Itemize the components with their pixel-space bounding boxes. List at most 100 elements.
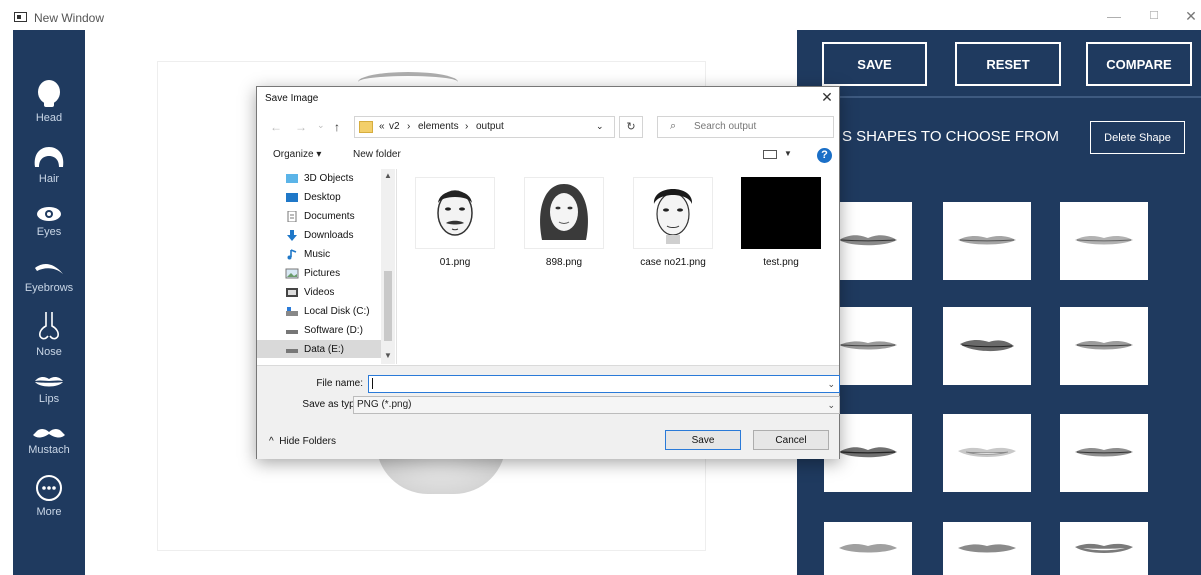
save-as-type-select[interactable]: PNG (*.png) ⌄ [353,396,840,414]
new-folder-button[interactable]: New folder [353,149,401,160]
close-window-button[interactable]: ✕ [1183,8,1199,24]
nav-item-videos[interactable]: Videos [285,283,391,301]
dialog-save-button[interactable]: Save [665,430,741,450]
sidebar-item-label: Lips [38,393,60,405]
sidebar-item-label: Eyebrows [24,282,74,294]
nav-item-music[interactable]: Music [285,245,391,263]
sidebar-item-mustach[interactable]: Mustach [13,428,85,456]
scroll-down-icon[interactable]: ▼ [384,351,392,360]
lip-shape-tile[interactable] [824,522,912,575]
file-thumbnail [524,177,604,249]
scroll-up-icon[interactable]: ▲ [384,171,392,180]
nav-item-desktop[interactable]: Desktop [285,188,391,206]
nav-item-pictures[interactable]: Pictures [285,264,391,282]
help-icon[interactable]: ? [817,148,832,163]
lip-shape-tile[interactable] [1060,522,1148,575]
lip-shape-image [960,340,1014,352]
file-name: 898.png [545,257,583,268]
dialog-cancel-button[interactable]: Cancel [753,430,829,450]
lip-shape-tile[interactable] [1060,414,1148,492]
sidebar-item-label: Mustach [28,444,70,456]
lip-shape-tile[interactable] [943,522,1031,575]
delete-shape-button[interactable]: Delete Shape [1090,121,1185,154]
eyebrow-icon [35,264,63,274]
nav-item-data-e[interactable]: Data (E:) [257,340,381,358]
file-item[interactable]: 898.png [524,177,604,268]
nav-item-label: Desktop [304,191,341,203]
file-name-label: File name: [316,378,363,389]
text-caret [372,377,373,389]
sidebar-item-hair[interactable]: Hair [13,145,85,185]
minimize-button[interactable]: — [1106,8,1122,24]
navigation-scrollbar[interactable]: ▲ ▼ [381,169,395,364]
face-sketch-image [540,184,588,240]
back-arrow-icon[interactable]: ← [270,120,282,134]
file-item[interactable]: 01.png [415,177,495,268]
dialog-close-button[interactable]: ✕ [819,89,835,105]
address-dropdown-icon[interactable]: ⌄ [596,121,604,132]
nav-item-documents[interactable]: Documents [285,207,391,225]
sidebar-item-lips[interactable]: Lips [13,375,85,405]
nav-item-3d-objects[interactable]: 3D Objects [285,169,391,187]
nav-item-downloads[interactable]: Downloads [285,226,391,244]
nav-item-label: Software (D:) [304,324,363,336]
save-as-type-value: PNG (*.png) [357,399,412,410]
refresh-button[interactable]: ↻ [619,116,643,138]
sidebar-item-more[interactable]: More [13,474,85,518]
lip-shape-tile[interactable] [943,414,1031,492]
lip-shape-tile[interactable] [1060,202,1148,280]
file-name: test.png [763,257,799,268]
local-disk-icon [286,306,298,316]
file-item[interactable]: test.png [741,177,821,268]
lip-shape-tile[interactable] [1060,307,1148,385]
lip-shape-image [839,235,897,246]
reset-button[interactable]: RESET [955,42,1061,86]
address-bar[interactable]: « v2 › elements › output ⌄ [354,116,615,138]
breadcrumb-v2[interactable]: v2 [389,121,400,132]
sidebar-item-eyebrows[interactable]: Eyebrows [13,260,85,294]
folder-icon [359,121,373,133]
app-window: New Window — ☐ ✕ Head Hair Eyes Eyebrows… [0,0,1201,575]
downloads-icon [287,229,297,241]
lip-shape-image [1075,543,1133,553]
sidebar-item-head[interactable]: Head [13,80,85,124]
lips-icon [35,377,63,387]
hide-folders-toggle[interactable]: ^ Hide Folders [269,436,336,447]
scrollbar-thumb[interactable] [384,271,392,341]
up-folder-icon[interactable]: ↑ [334,120,340,134]
app-window-icon [14,12,27,22]
view-options-icon[interactable] [763,150,777,159]
forward-arrow-icon[interactable]: → [295,120,307,134]
nav-item-label: Documents [304,210,355,222]
lip-shape-tile[interactable] [943,307,1031,385]
recent-locations-icon[interactable]: ⌄ [317,120,325,131]
sidebar-item-label: Head [35,112,63,124]
file-name-field[interactable]: ⌄ [368,375,840,393]
breadcrumb-elements[interactable]: elements [418,121,459,132]
compare-button[interactable]: COMPARE [1086,42,1192,86]
organize-menu[interactable]: Organize ▾ [273,149,321,160]
save-image-dialog: Save Image ✕ ← → ⌄ ↑ « v2 › elements › o… [256,86,840,459]
nav-item-software-d[interactable]: Software (D:) [285,321,391,339]
sidebar-item-nose[interactable]: Nose [13,310,85,358]
file-name: 01.png [439,257,471,268]
shapes-heading: S SHAPES TO CHOOSE FROM [842,128,1059,145]
file-thumbnail [415,177,495,249]
search-input[interactable]: ⌕ Search output [657,116,834,138]
maximize-button[interactable]: ☐ [1146,8,1162,24]
sidebar-item-eyes[interactable]: Eyes [13,206,85,238]
nose-icon [39,312,59,340]
breadcrumb-output[interactable]: output [476,121,504,132]
lip-shape-tile[interactable] [943,202,1031,280]
chevron-up-icon: ^ [269,436,274,447]
file-item[interactable]: case no21.png [633,177,713,268]
save-button[interactable]: SAVE [822,42,927,86]
window-title-bar: New Window — ☐ ✕ [0,0,1201,30]
view-dropdown-icon[interactable]: ▼ [784,149,792,158]
hide-folders-label: Hide Folders [279,436,336,447]
nav-item-label: Local Disk (C:) [304,305,370,317]
nav-item-local-disk-c[interactable]: Local Disk (C:) [285,302,391,320]
chevron-down-icon[interactable]: ⌄ [827,376,835,392]
face-sketch-image [437,190,473,236]
chevron-down-icon[interactable]: ⌄ [827,397,835,413]
